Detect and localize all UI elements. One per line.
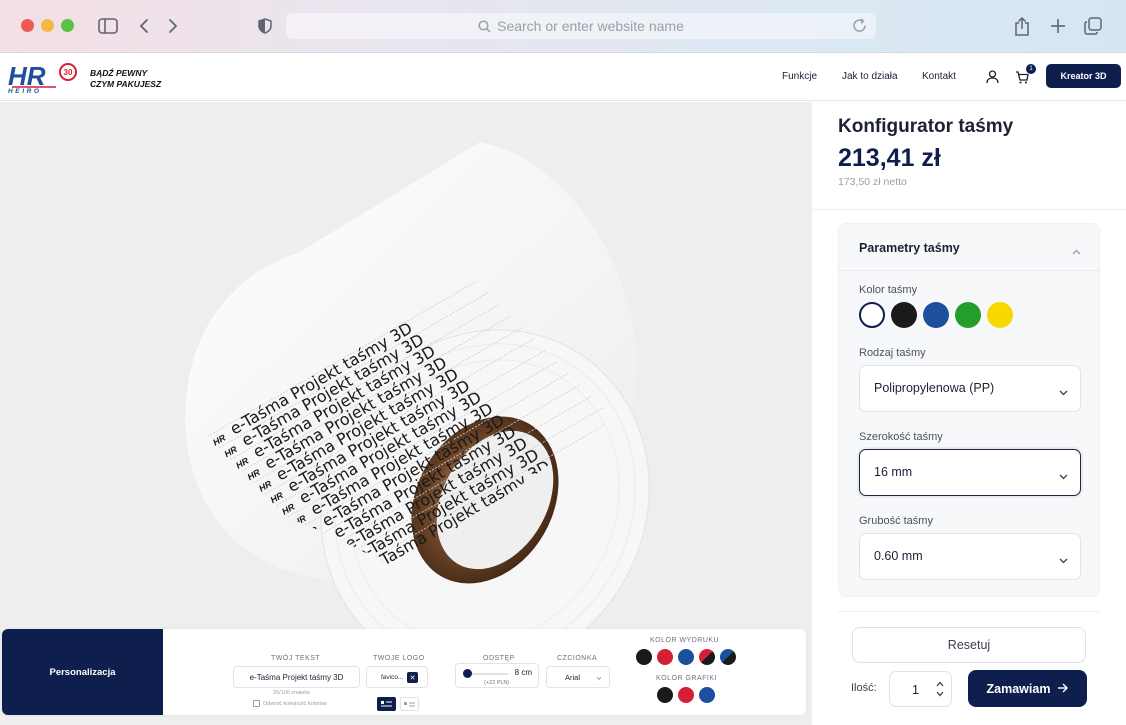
logo-label: TWOJE LOGO — [373, 655, 425, 662]
logo-file-field[interactable]: favico... ✕ — [366, 666, 428, 688]
divider — [838, 611, 1100, 612]
share-icon[interactable] — [1011, 15, 1033, 37]
reset-button[interactable]: Resetuj — [852, 627, 1086, 663]
order-button-label: Zamawiam — [986, 681, 1051, 696]
graphic-color-black[interactable] — [657, 687, 673, 703]
reverse-colors-checkbox[interactable] — [253, 700, 260, 707]
font-label: CZCIONKA — [557, 655, 598, 662]
quantity-stepper[interactable]: 1 — [889, 671, 952, 707]
price-gross: 213,41 zł — [838, 144, 941, 172]
logo-layout-list-icon[interactable] — [377, 697, 396, 711]
quantity-value: 1 — [912, 683, 919, 697]
nav-link-kontakt[interactable]: Kontakt — [922, 71, 956, 82]
tape-color-green[interactable] — [955, 302, 981, 328]
svg-text:30: 30 — [64, 68, 73, 77]
maximize-window-button[interactable] — [61, 19, 74, 32]
text-label: TWÓJ TEKST — [271, 655, 321, 662]
chevron-up-icon[interactable] — [1072, 242, 1081, 260]
browser-toolbar: Search or enter website name — [0, 0, 1126, 53]
tape-thickness-label: Grubość taśmy — [859, 515, 933, 527]
tape-type-label: Rodzaj taśmy — [859, 347, 926, 359]
accordion-header[interactable]: Parametry taśmy — [839, 224, 1099, 271]
privacy-shield-icon[interactable] — [254, 15, 276, 37]
forward-icon[interactable] — [162, 15, 184, 37]
chevron-down-icon — [1059, 467, 1068, 485]
print-color-blue-black[interactable] — [720, 649, 736, 665]
font-value: Arial — [565, 672, 581, 682]
stepper-arrows-icon[interactable] — [936, 680, 944, 703]
cart-icon[interactable]: 1 — [1013, 64, 1036, 86]
reload-icon[interactable] — [851, 17, 868, 37]
divider — [812, 209, 1126, 210]
brand-logo[interactable]: HR 30 HEIRO — [6, 61, 78, 95]
arrow-right-icon — [1057, 682, 1069, 696]
tape-color-label: Kolor taśmy — [859, 284, 918, 296]
spacing-slider-handle[interactable] — [463, 669, 472, 678]
graphic-color-red[interactable] — [678, 687, 694, 703]
nav-link-funkcje[interactable]: Funkcje — [782, 71, 817, 82]
personalization-tab[interactable]: Personalizacja — [2, 629, 163, 715]
svg-text:HEIRO: HEIRO — [8, 88, 42, 95]
cart-count-badge: 1 — [1026, 64, 1036, 74]
minimize-window-button[interactable] — [41, 19, 54, 32]
custom-text-input[interactable]: e-Taśma Projekt taśmy 3D — [233, 666, 360, 688]
logo-file-name: favico... — [381, 673, 404, 681]
logo-layout-grid-icon[interactable] — [400, 697, 419, 711]
tabs-overview-icon[interactable] — [1082, 15, 1104, 37]
reverse-colors-label: Odwróć kolejność kolorów — [263, 701, 327, 707]
search-icon — [478, 19, 491, 33]
back-icon[interactable] — [133, 15, 155, 37]
tape-color-white[interactable] — [859, 302, 885, 328]
spacing-price: (+22 PLN) — [484, 680, 510, 686]
kreator-3d-button[interactable]: Kreator 3D — [1046, 64, 1121, 88]
nav-link-jak-to-dziala[interactable]: Jak to działa — [842, 71, 898, 82]
print-color-blue[interactable] — [678, 649, 694, 665]
tape-type-value: Polipropylenowa (PP) — [874, 381, 995, 395]
tape-thickness-value: 0.60 mm — [874, 549, 923, 563]
tape-color-yellow[interactable] — [987, 302, 1013, 328]
address-placeholder: Search or enter website name — [497, 18, 684, 34]
price-net: 173,50 zł netto — [838, 176, 907, 188]
sidebar-toggle-icon[interactable] — [97, 15, 119, 37]
tagline-line-2: CZYM PAKUJESZ — [90, 79, 162, 89]
accordion-title: Parametry taśmy — [859, 241, 960, 255]
page-title: Konfigurator taśmy — [838, 116, 1014, 137]
print-color-red-black[interactable] — [699, 649, 715, 665]
tape-parameters-accordion: Parametry taśmy Kolor taśmy Rodzaj taśmy… — [838, 223, 1100, 597]
brand-tagline: BĄDŹ PEWNY CZYM PAKUJESZ — [90, 68, 161, 90]
print-color-label: KOLOR WYDRUKU — [650, 637, 720, 644]
tape-thickness-select[interactable]: 0.60 mm — [859, 533, 1081, 580]
user-icon[interactable] — [983, 68, 1001, 86]
graphic-color-label: KOLOR GRAFIKI — [656, 675, 717, 682]
order-button[interactable]: Zamawiam — [968, 670, 1087, 707]
site-header: HR 30 HEIRO BĄDŹ PEWNY CZYM PAKUJESZ Fun… — [0, 53, 1126, 101]
print-color-red[interactable] — [657, 649, 673, 665]
tape-width-label: Szerokość taśmy — [859, 431, 943, 443]
char-counter: 25/100 znaków — [273, 690, 310, 696]
tagline-line-1: BĄDŹ PEWNY — [90, 68, 148, 78]
tape-color-blue[interactable] — [923, 302, 949, 328]
new-tab-icon[interactable] — [1047, 15, 1069, 37]
close-window-button[interactable] — [21, 19, 34, 32]
font-select[interactable]: Arial — [546, 666, 610, 688]
tape-width-select[interactable]: 16 mm — [859, 449, 1081, 496]
graphic-color-blue[interactable] — [699, 687, 715, 703]
address-bar[interactable]: Search or enter website name — [286, 13, 876, 39]
chevron-down-icon — [1059, 551, 1068, 569]
tape-color-black[interactable] — [891, 302, 917, 328]
spacing-label: ODSTĘP — [483, 655, 515, 662]
print-color-black[interactable] — [636, 649, 652, 665]
chevron-down-icon — [1059, 383, 1068, 401]
spacing-value: 8 cm — [514, 668, 532, 677]
chevron-down-icon — [596, 674, 602, 683]
configurator-panel: Konfigurator taśmy 213,41 zł 173,50 zł n… — [811, 102, 1126, 725]
tape-width-value: 16 mm — [874, 465, 913, 479]
quantity-label: Ilość: — [851, 682, 877, 694]
personalization-bar: Personalizacja TWÓJ TEKST e-Taśma Projek… — [2, 629, 806, 715]
spacing-slider[interactable]: 8 cm (+22 PLN) — [455, 663, 539, 688]
tape-type-select[interactable]: Polipropylenowa (PP) — [859, 365, 1081, 412]
remove-logo-icon[interactable]: ✕ — [407, 672, 418, 683]
